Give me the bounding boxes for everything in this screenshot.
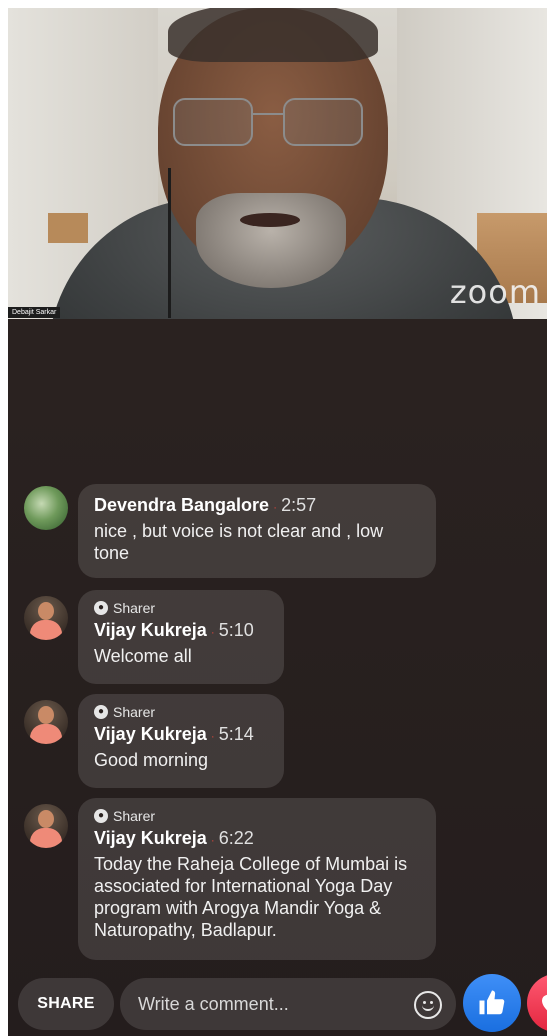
comment-text: Good morning	[94, 750, 209, 770]
comment-placeholder: Write a comment...	[138, 993, 289, 1014]
commenter-avatar[interactable]	[24, 486, 68, 530]
sharer-label: Sharer	[113, 600, 156, 616]
comment-time[interactable]: 5:14	[219, 724, 254, 744]
speaker-hair	[168, 8, 378, 62]
sharer-badge: ● Sharer	[94, 704, 268, 720]
share-button[interactable]: SHARE	[18, 978, 114, 1030]
sharer-icon: ●	[94, 809, 108, 823]
speaker-mouth	[240, 213, 300, 227]
comment-input[interactable]: Write a comment...	[120, 978, 456, 1030]
comment-text: nice , but voice is not clear and , low …	[94, 521, 384, 563]
comment-bubble: ● Sharer Vijay Kukreja · 5:10 Welcome all	[78, 590, 284, 684]
love-icon	[542, 994, 547, 1011]
comment-author[interactable]: Devendra Bangalore	[94, 495, 269, 515]
glasses-left-lens	[173, 98, 253, 146]
sharer-label: Sharer	[113, 704, 156, 720]
comment-bubble: ● Sharer Vijay Kukreja · 5:14 Good morning	[78, 694, 284, 788]
sharer-label: Sharer	[113, 808, 156, 824]
emoji-mouth	[422, 1003, 434, 1011]
separator-dot: ·	[210, 625, 215, 639]
comment-bubble: Devendra Bangalore · 2:57 nice , but voice…	[78, 484, 436, 578]
sharer-icon: ●	[94, 705, 108, 719]
comment-time[interactable]: 6:22	[219, 828, 254, 848]
comment-time[interactable]: 5:10	[219, 620, 254, 640]
glasses-right-lens	[283, 98, 363, 146]
live-video-screen: zoom Debajit Sarkar Devendra Bangalore · 2…	[8, 8, 547, 1036]
comment-author[interactable]: Vijay Kukreja	[94, 620, 207, 640]
comment-time[interactable]: 2:57	[281, 495, 316, 515]
sharer-badge: ● Sharer	[94, 808, 420, 824]
love-button[interactable]	[527, 974, 547, 1032]
separator-dot: ·	[210, 833, 215, 847]
speaker-beard	[196, 193, 346, 288]
zoom-logo: zoom	[449, 273, 541, 311]
wood-panel-left	[48, 213, 88, 243]
commenter-avatar[interactable]	[24, 804, 68, 848]
separator-dot: ·	[210, 729, 215, 743]
comment-bubble: ● Sharer Vijay Kukreja · 6:22 Today the Ra…	[78, 798, 436, 960]
comment-text: Today the Raheja College of Mumbai is as…	[94, 854, 408, 940]
like-button[interactable]	[463, 974, 521, 1032]
bottom-action-bar: SHARE Write a comment...	[8, 974, 547, 1036]
sharer-icon: ●	[94, 601, 108, 615]
commenter-avatar[interactable]	[24, 596, 68, 640]
comment-author[interactable]: Vijay Kukreja	[94, 828, 207, 848]
participant-name-tag: Debajit Sarkar	[8, 307, 61, 318]
commenter-avatar[interactable]	[24, 700, 68, 744]
sharer-badge: ● Sharer	[94, 600, 268, 616]
earphone-cable	[168, 168, 171, 318]
like-icon	[479, 990, 505, 1015]
emoji-icon[interactable]	[414, 991, 442, 1019]
comment-text: Welcome all	[94, 646, 192, 666]
glasses-bridge	[253, 113, 283, 115]
comment-author[interactable]: Vijay Kukreja	[94, 724, 207, 744]
video-feed[interactable]: zoom Debajit Sarkar	[8, 8, 547, 319]
separator-dot: ·	[273, 500, 278, 514]
